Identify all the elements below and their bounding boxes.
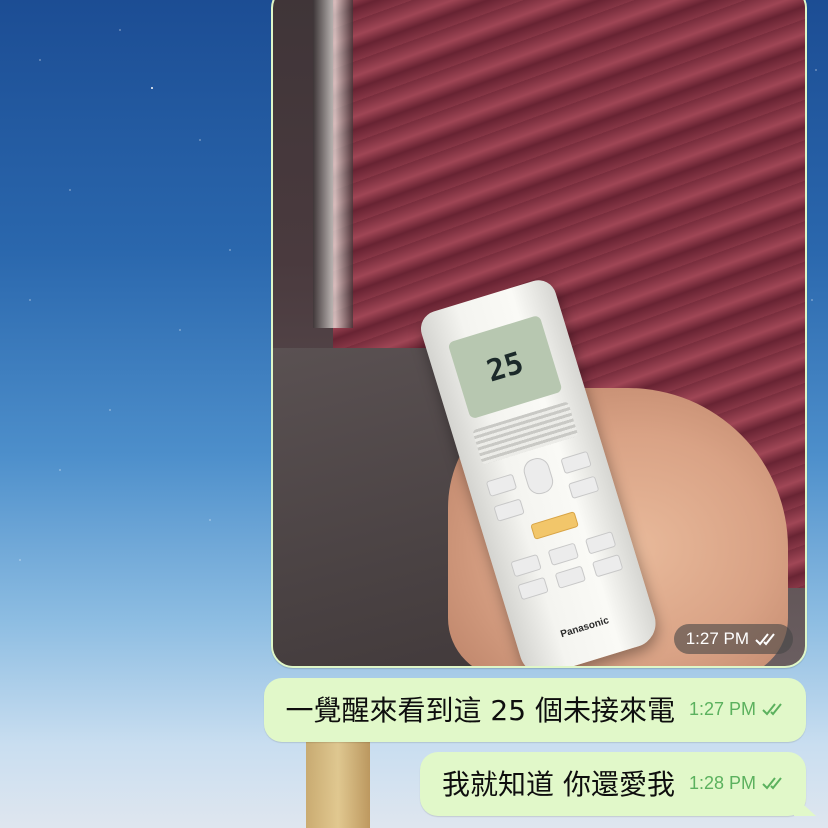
- remote-button: [485, 473, 518, 498]
- message-time: 1:27 PM: [688, 698, 756, 719]
- remote-button: [584, 531, 617, 555]
- message-text: 我就知道 你還愛我: [442, 768, 675, 801]
- message-meta: 1:28 PM: [689, 773, 788, 796]
- remote-display: 25: [447, 314, 563, 420]
- remote-brand-logo: Panasonic: [559, 615, 611, 641]
- photo-attachment[interactable]: 25 Panasonic: [273, 0, 805, 666]
- remote-button: [591, 554, 624, 578]
- photo-window-frame: [313, 0, 353, 328]
- message-text: 一覺醒來看到這 25 個未接來電: [285, 694, 675, 727]
- message-meta: 1:27 PM: [689, 699, 788, 722]
- remote-button: [493, 498, 525, 522]
- photo-message-bubble[interactable]: 25 Panasonic 1:27 PM: [271, 0, 807, 668]
- remote-stop-button: [530, 511, 579, 540]
- remote-button: [510, 553, 542, 578]
- remote-button: [560, 450, 592, 475]
- double-check-icon: [762, 703, 782, 716]
- photo-time: 1:27 PM: [685, 629, 749, 648]
- remote-button: [554, 565, 587, 589]
- remote-button: [517, 576, 549, 601]
- message-bubble[interactable]: 我就知道 你還愛我 1:28 PM: [420, 752, 816, 816]
- remote-button: [567, 475, 600, 500]
- double-check-icon: [755, 633, 775, 646]
- message-bubble[interactable]: 一覺醒來看到這 25 個未接來電 1:27 PM: [263, 678, 806, 742]
- photo-timestamp-pill: 1:27 PM: [673, 624, 793, 654]
- remote-button: [547, 542, 580, 566]
- double-check-icon: [762, 777, 782, 790]
- remote-dpad: [520, 455, 557, 498]
- message-time: 1:28 PM: [688, 772, 756, 793]
